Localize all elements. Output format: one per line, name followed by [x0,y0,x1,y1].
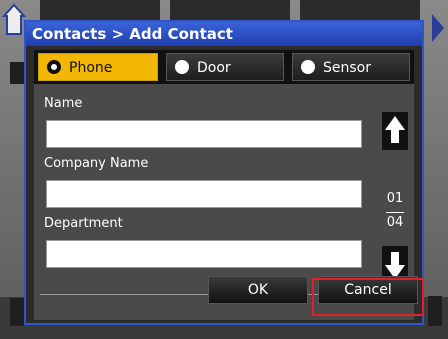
radio-icon [175,60,189,74]
type-sensor-label: Sensor [323,60,371,76]
total-pages: 04 [386,215,404,230]
name-input[interactable] [46,120,362,148]
background-tab [40,0,160,20]
type-door-label: Door [197,60,231,76]
name-label: Name [44,96,83,111]
arrow-down-stem [391,252,399,266]
cancel-highlight [312,278,424,316]
current-page: 01 [386,191,404,206]
dialog-title: Contacts > Add Contact [26,22,422,46]
company-name-label: Company Name [44,156,149,171]
contact-type-bar: Phone Door Sensor [34,50,414,84]
background-tab [10,62,24,84]
background-tab [300,0,420,20]
add-contact-dialog: Contacts > Add Contact Phone Door Sensor… [24,20,424,325]
background-tab [10,298,24,326]
arrow-up-icon [385,116,405,130]
company-name-input[interactable] [46,180,362,208]
ok-button[interactable]: OK [208,276,308,304]
type-phone-label: Phone [69,60,113,76]
type-sensor-button[interactable]: Sensor [292,53,410,81]
next-arrow-icon[interactable] [432,14,444,42]
scroll-up-button[interactable] [382,112,408,150]
home-icon[interactable] [2,2,26,36]
background-tab [428,296,442,326]
department-label: Department [44,216,123,231]
radio-selected-icon [47,60,61,74]
radio-icon [301,60,315,74]
department-input[interactable] [46,240,362,268]
type-door-button[interactable]: Door [166,53,284,81]
type-phone-button[interactable]: Phone [38,53,158,81]
page-divider [386,212,404,213]
arrow-up-stem [391,129,399,143]
background-tab [170,0,290,20]
